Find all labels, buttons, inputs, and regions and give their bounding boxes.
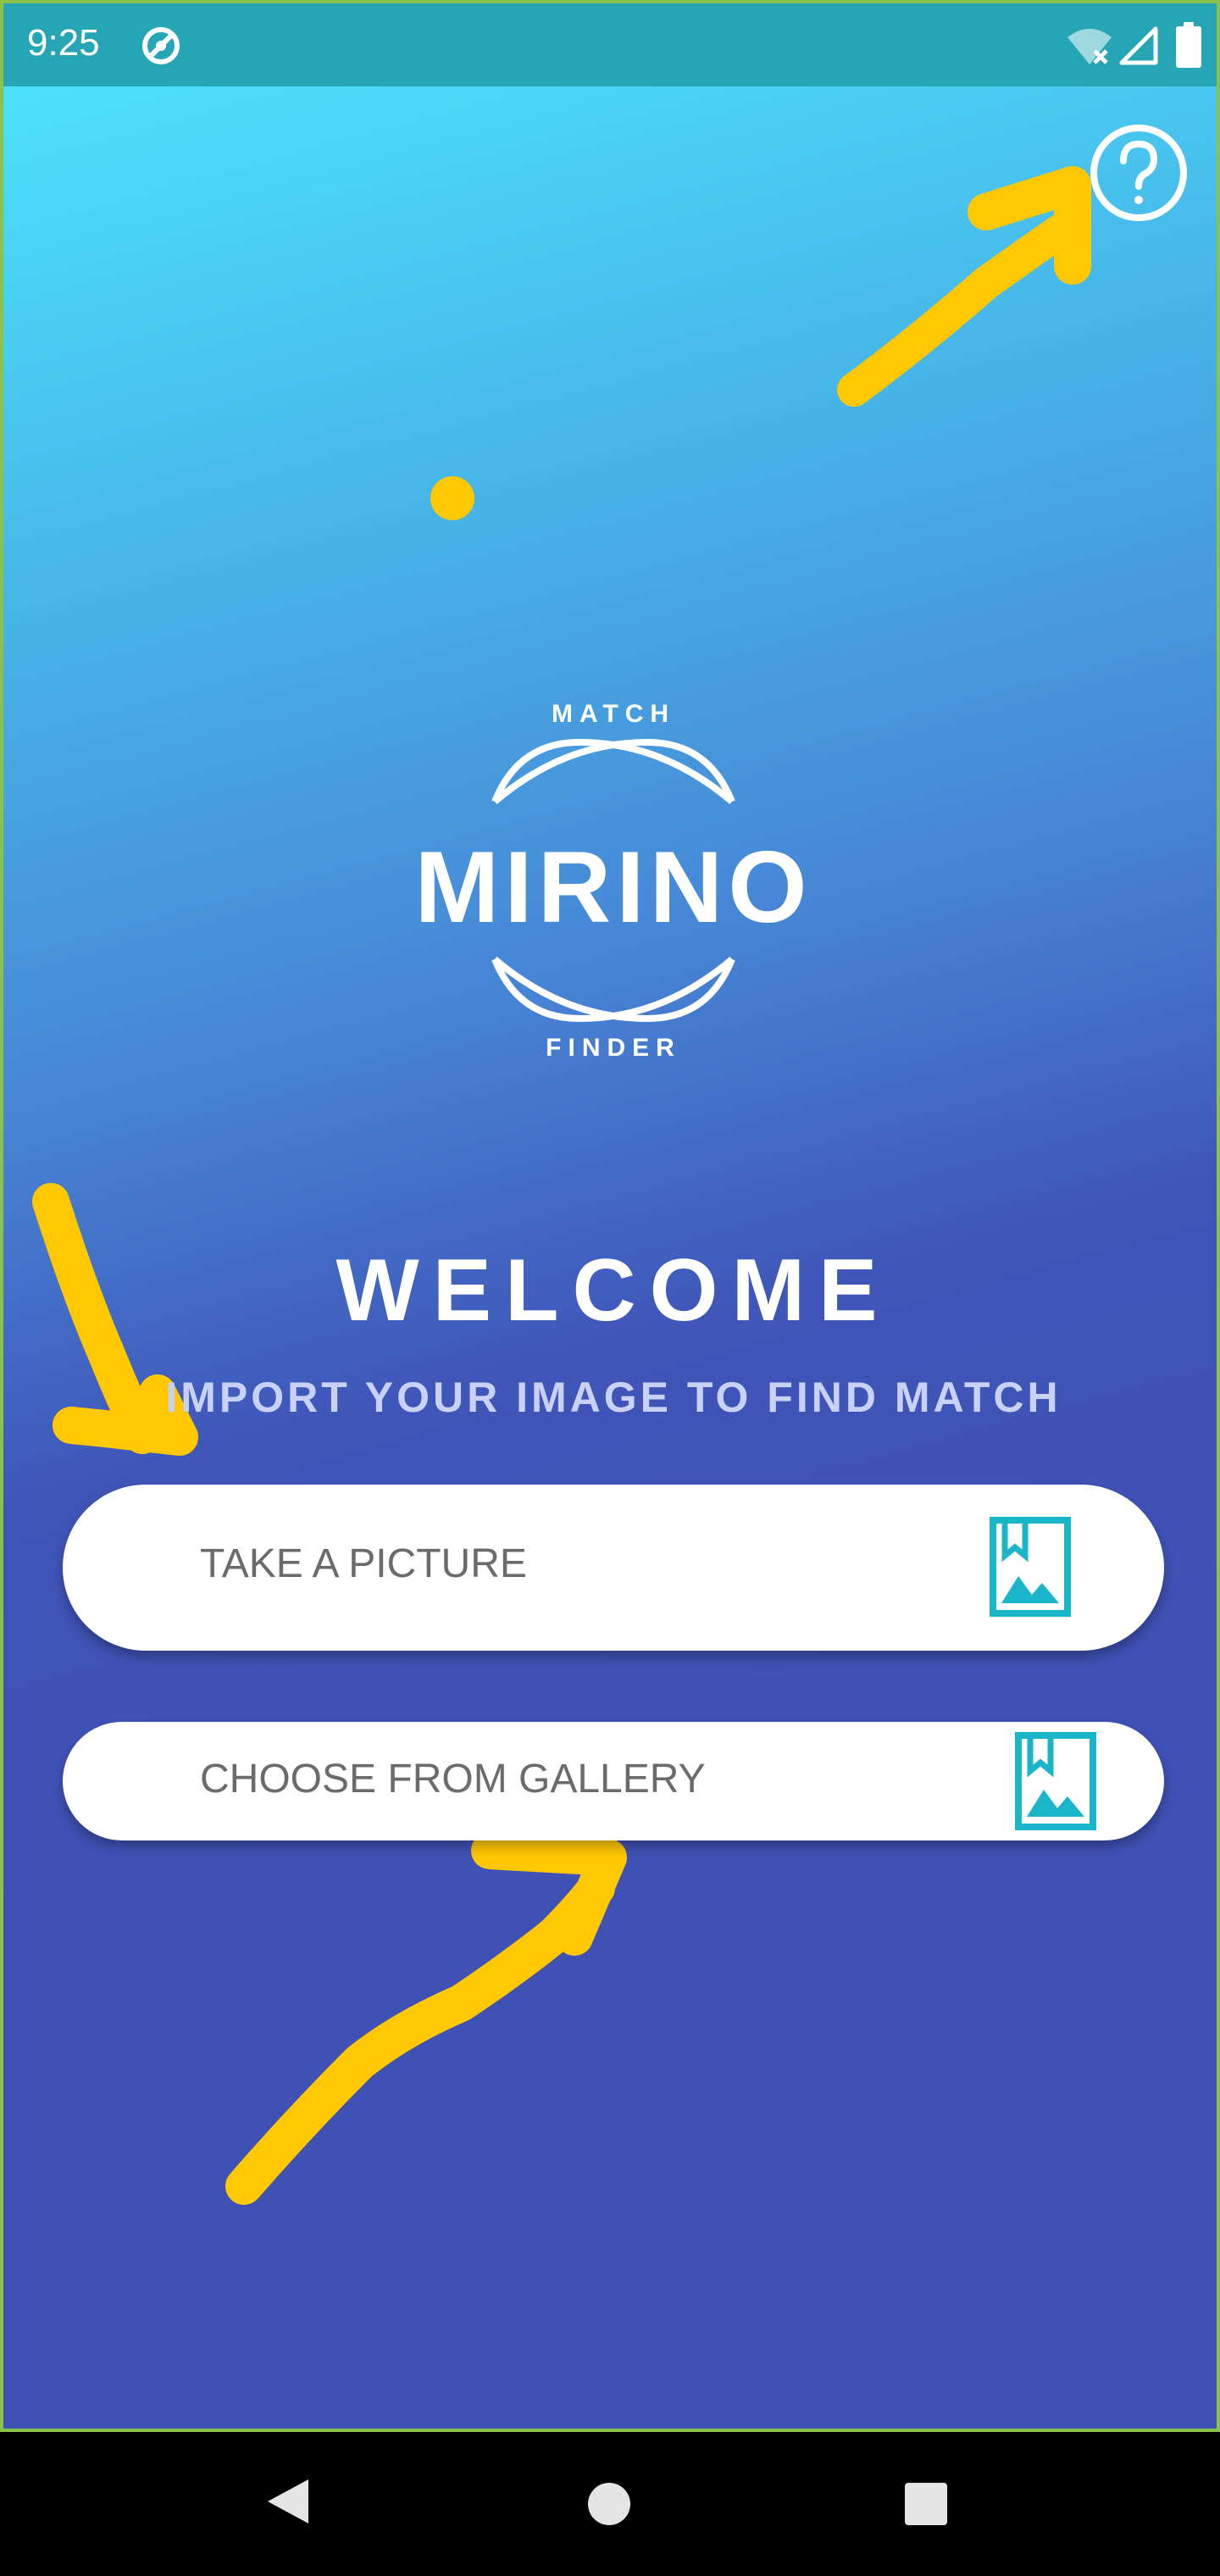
cell-signal-icon: [1118, 25, 1159, 70]
take-picture-button[interactable]: TAKE A PICTURE: [63, 1485, 1164, 1651]
welcome-subtitle: IMPORT YOUR IMAGE TO FIND MATCH: [165, 1374, 1062, 1421]
bookmark-image-icon: [990, 1517, 1071, 1621]
app-screen: 9:25 MATCH MIRINO FINDER WELCOME IMPORT …: [0, 0, 1220, 2432]
take-picture-label: TAKE A PICTURE: [200, 1541, 527, 1586]
logo-top-text: MATCH: [552, 700, 675, 728]
gallery-label: CHOOSE FROM GALLERY: [200, 1757, 706, 1802]
help-circle-icon[interactable]: [1088, 122, 1190, 228]
logo-bottom-text: FINDER: [546, 1034, 681, 1062]
bookmark-image-icon: [1015, 1732, 1096, 1835]
wifi-off-icon: [1066, 25, 1113, 70]
mirino-logo: MATCH MIRINO FINDER: [395, 691, 832, 1069]
logo-name: MIRINO: [414, 830, 812, 944]
back-icon[interactable]: [263, 2476, 313, 2531]
status-time: 9:25: [27, 22, 100, 64]
annotation-arrows: [32, 166, 1091, 2205]
battery-icon: [1176, 22, 1201, 72]
home-icon[interactable]: [586, 2481, 632, 2531]
choose-from-gallery-button[interactable]: CHOOSE FROM GALLERY: [63, 1722, 1164, 1840]
recents-icon[interactable]: [903, 2481, 949, 2531]
status-bar: 9:25: [3, 3, 1217, 86]
annotation-dot: [430, 476, 474, 520]
system-nav-bar: [0, 2432, 1220, 2576]
welcome-title: WELCOME: [336, 1241, 891, 1340]
app-notification-icon: [139, 24, 183, 72]
